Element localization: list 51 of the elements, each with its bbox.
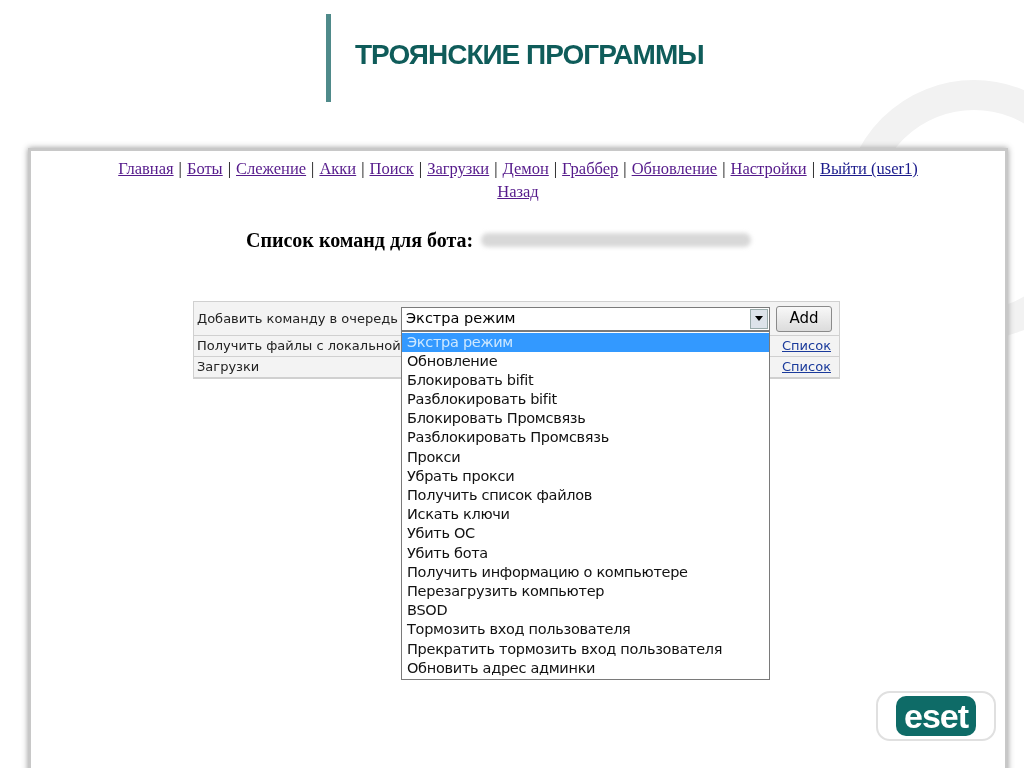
nav-separator: | [553,158,558,180]
nav-link[interactable]: Загрузки [427,157,490,180]
nav-link[interactable]: Поиск [369,157,414,180]
add-button[interactable]: Add [776,305,832,332]
nav-link[interactable]: Настройки [730,157,807,180]
dropdown-option[interactable]: Перезагрузить компьютер [402,581,769,602]
dropdown-option[interactable]: Блокировать Промсвязь [402,409,769,429]
nav-link[interactable]: Назад [497,180,539,203]
nav-link[interactable]: Акки [319,157,357,180]
page-heading: Список команд для бота: [246,228,474,253]
nav-link[interactable]: Слежение [236,157,307,180]
dropdown-option[interactable]: Прокси [402,447,769,467]
row-label: Получить файлы с локальной [196,337,401,356]
dropdown-option[interactable]: Убить бота [402,543,769,563]
dropdown-option[interactable]: Получить информацию о компьютере [402,562,769,582]
list-link[interactable]: Список [782,357,831,377]
nav-separator: | [227,158,232,180]
dropdown-option[interactable]: Разблокировать Промсвязь [402,428,769,448]
dropdown-option[interactable]: Получить список файлов [402,486,769,506]
nav-separator: | [722,158,726,180]
nav-separator: | [494,158,498,180]
nav-separator: | [623,158,627,180]
nav-link[interactable]: Граббер [562,157,619,180]
dropdown-button[interactable] [750,308,768,329]
nav-link[interactable]: Выйти (user1) [819,157,918,180]
dropdown-option[interactable]: Убить ОС [402,524,769,544]
dropdown-option[interactable]: Обновление [402,351,769,371]
dropdown-option[interactable]: Тормозить вход пользователя [402,620,769,640]
slide-title: ТРОЯНСКИЕ ПРОГРАММЫ [355,38,704,72]
nav-link[interactable]: Боты [186,157,223,180]
nav-link[interactable]: Главная [118,157,174,180]
dropdown-option[interactable]: BSOD [402,601,769,621]
nav-separator: | [311,158,315,180]
dropdown-option[interactable]: Разблокировать bifit [402,390,769,410]
nav-separator: | [418,158,423,180]
nav-link[interactable]: Демон [502,157,549,180]
dropdown-option[interactable]: Блокировать bifit [402,370,769,391]
eset-logo: eset [876,691,996,741]
row-label: Загрузки [196,358,261,377]
nav-separator: | [811,158,815,180]
list-link[interactable]: Список [782,336,831,356]
dropdown-option[interactable]: Обновить адрес админки [402,658,769,678]
dropdown-option[interactable]: Прекратить тормозить вход пользователя [402,639,769,659]
nav-separator: | [361,158,365,180]
dropdown-option[interactable]: Искать ключи [402,505,769,525]
nav-link[interactable]: Обновление [631,157,718,180]
dropdown-option[interactable]: Убрать прокси [402,466,769,486]
command-select[interactable]: Экстра режим [401,306,770,331]
row-label: Добавить команду в очередь [196,309,399,328]
caret-icon [755,316,763,321]
nav-separator: | [178,158,182,180]
